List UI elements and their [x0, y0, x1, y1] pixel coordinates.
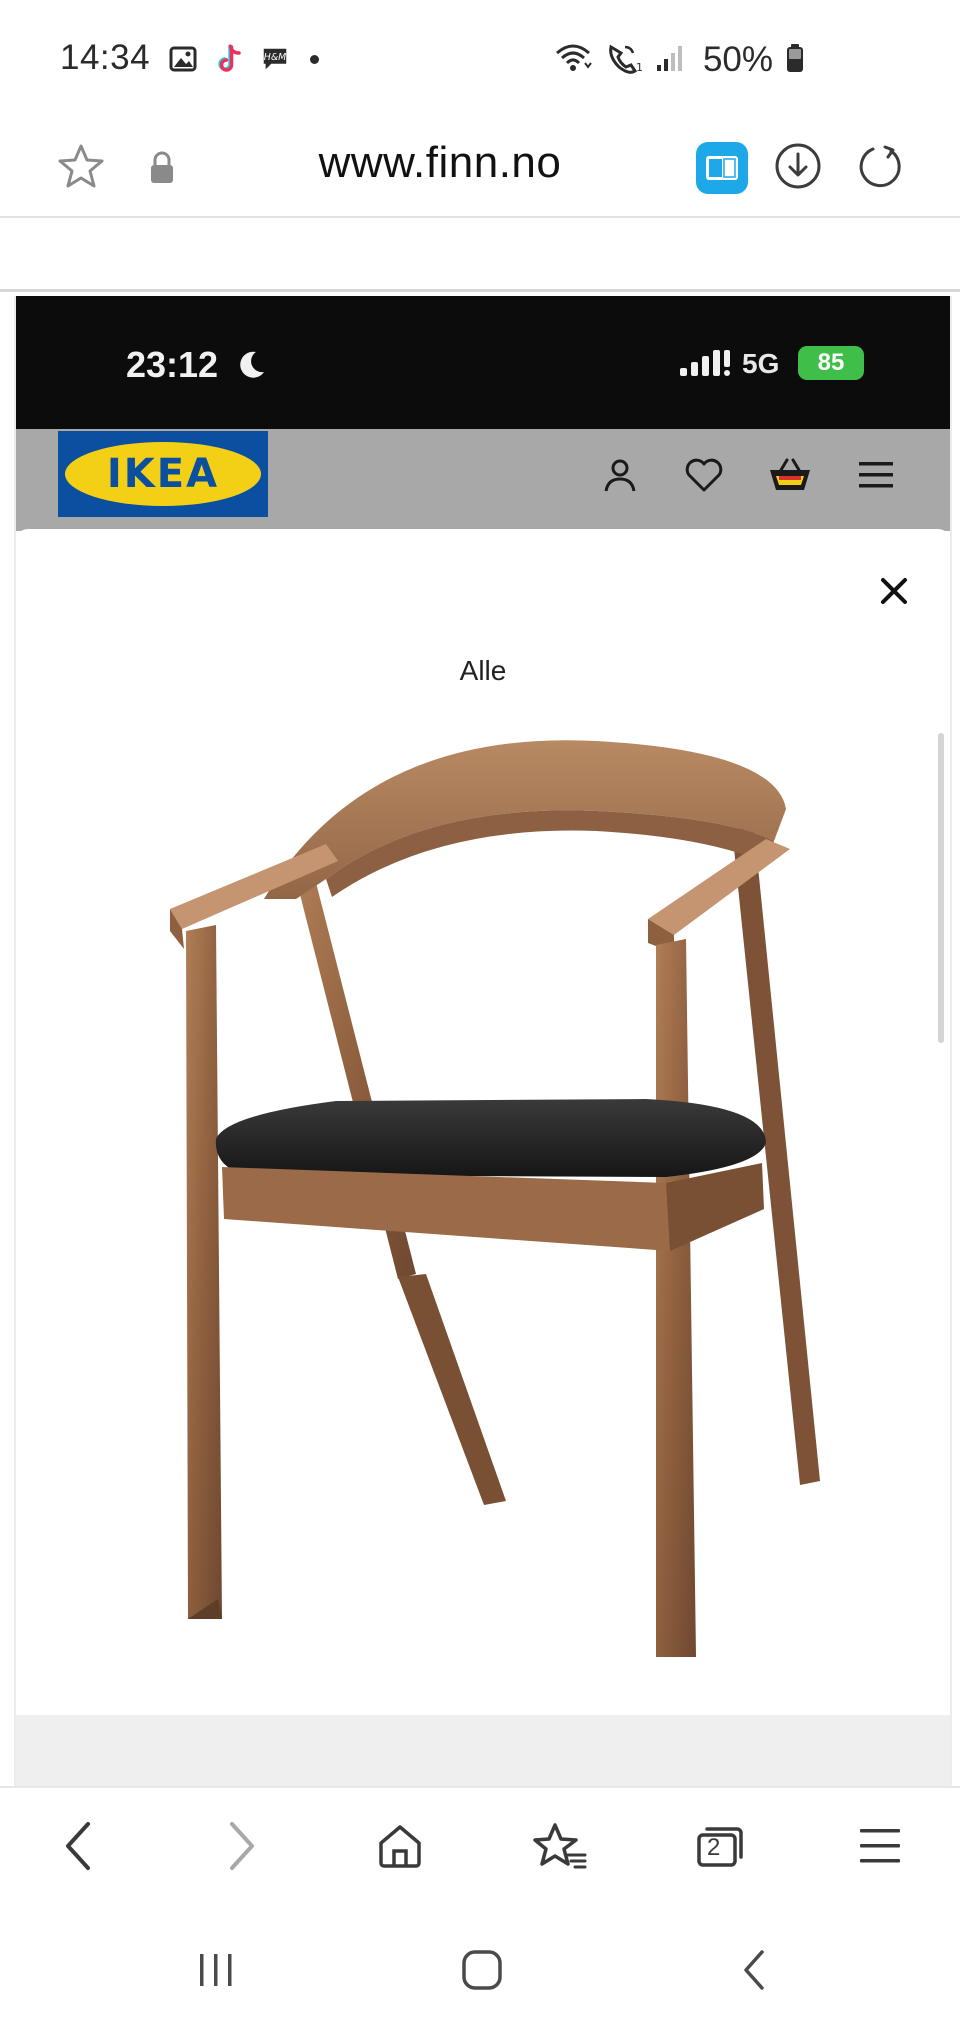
reader-mode-button[interactable] [694, 140, 750, 196]
modal-bottom-strip [16, 1715, 950, 1786]
system-back-icon[interactable] [724, 1940, 784, 2000]
ikea-logo-text: IKEA [106, 451, 220, 497]
signal-icon [655, 43, 685, 78]
account-icon[interactable] [596, 451, 644, 499]
svg-text:1: 1 [636, 61, 643, 74]
browser-menu-icon[interactable] [848, 1814, 912, 1878]
wifi-icon [553, 41, 593, 80]
embedded-battery-level: 85 [817, 349, 845, 376]
system-status-icons: 1 50% [553, 40, 805, 80]
svg-text:H&M: H&M [264, 52, 286, 63]
home-icon[interactable] [368, 1814, 432, 1878]
address-bar-url[interactable]: www.finn.no [250, 138, 630, 188]
image-gallery-modal: Alle [16, 529, 950, 1786]
ikea-logo-oval: IKEA [65, 442, 261, 506]
battery-icon [785, 43, 805, 78]
browser-url-bar: www.finn.no [0, 118, 960, 218]
battery-percentage: 50% [702, 40, 773, 79]
tab-count: 2 [707, 1834, 721, 1861]
moon-icon [234, 348, 268, 382]
status-bar: 14:34 H&M 1 50% [0, 0, 960, 118]
gallery-tab-all[interactable]: Alle [16, 655, 950, 687]
embedded-screenshot: 23:12 5G 85 IKEA Alle [14, 296, 952, 1786]
system-nav-bar [0, 1902, 960, 2027]
close-icon[interactable] [872, 569, 916, 613]
recents-icon[interactable] [186, 1940, 246, 2000]
embedded-signal-icon [680, 348, 732, 382]
basket-icon[interactable] [766, 451, 814, 499]
lock-icon[interactable] [146, 148, 178, 188]
tabs-icon[interactable]: 2 [688, 1814, 752, 1878]
wifi-call-icon: 1 [605, 41, 643, 80]
back-icon[interactable] [46, 1814, 110, 1878]
embedded-status-time: 23:12 [126, 344, 219, 385]
network-type: 5G [742, 348, 780, 379]
modal-scrollbar[interactable] [938, 733, 944, 1043]
hm-icon: H&M [260, 44, 290, 74]
bookmarks-icon[interactable] [528, 1814, 592, 1878]
gallery-icon [168, 44, 198, 74]
home-button-icon[interactable] [452, 1940, 512, 2000]
tiktok-icon [214, 44, 244, 74]
browser-toolbar-spacer [0, 220, 960, 292]
embedded-status-bar: 23:12 5G 85 [16, 296, 950, 429]
more-notifications-dot [310, 54, 319, 64]
status-time: 14:34 [60, 38, 151, 77]
embedded-battery: 85 [798, 346, 864, 380]
wishlist-heart-icon[interactable] [680, 451, 728, 499]
chair-image [126, 739, 846, 1669]
forward-icon[interactable] [210, 1814, 274, 1878]
bookmark-star-icon[interactable] [56, 142, 106, 192]
download-button[interactable] [770, 140, 826, 196]
ikea-logo[interactable]: IKEA [58, 431, 268, 517]
notification-icons: H&M [168, 44, 319, 74]
browser-bottom-nav: 2 [0, 1786, 960, 1902]
reload-button[interactable] [852, 140, 908, 196]
menu-icon[interactable] [852, 451, 900, 499]
download-icon [773, 141, 823, 196]
ikea-header: IKEA [16, 429, 950, 531]
reload-icon [855, 141, 905, 196]
